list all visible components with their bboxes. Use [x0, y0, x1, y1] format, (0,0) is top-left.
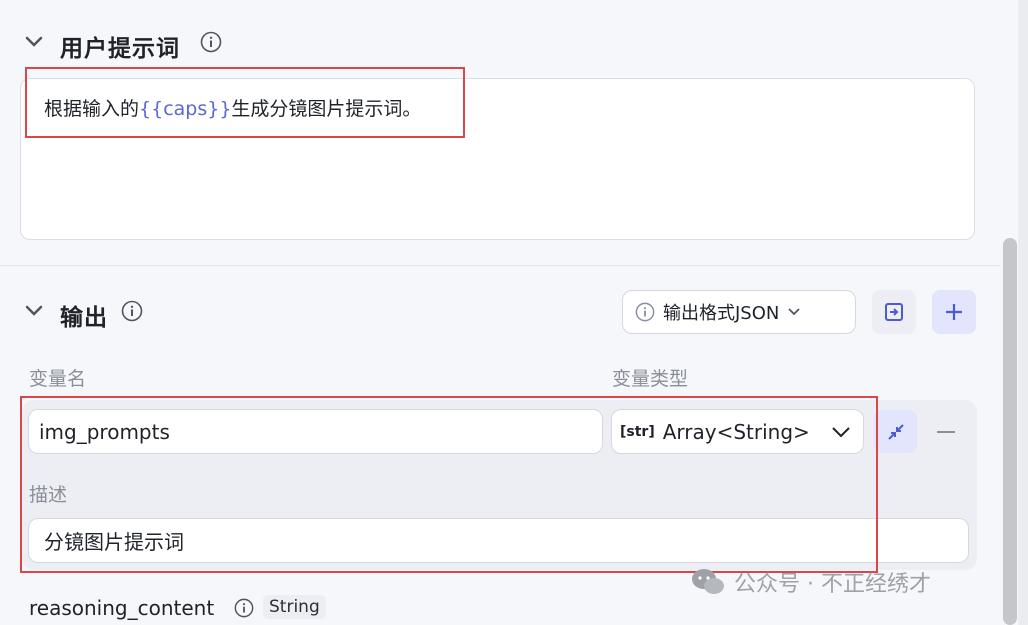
- reasoning-type-tag: String: [263, 595, 326, 619]
- info-icon[interactable]: [200, 31, 222, 57]
- collapse-chevron-output[interactable]: [23, 300, 45, 322]
- section-title-output: 输出: [60, 305, 108, 331]
- section-divider: [0, 265, 1000, 266]
- collapse-chevron-user-prompt[interactable]: [23, 31, 45, 53]
- chevron-down-icon: [25, 36, 43, 47]
- info-icon[interactable]: [121, 300, 143, 326]
- right-edge: [1018, 0, 1028, 625]
- chevron-down-icon: [788, 308, 801, 316]
- import-button[interactable]: [872, 290, 916, 334]
- section-title-user-prompt: 用户提示词: [60, 36, 180, 62]
- remove-row-button[interactable]: [935, 421, 957, 443]
- add-variable-button[interactable]: [932, 290, 976, 334]
- column-label-type: 变量类型: [612, 368, 689, 390]
- highlight-box-variable: [20, 396, 878, 573]
- wechat-icon: [692, 569, 724, 594]
- column-label-name: 变量名: [29, 368, 87, 390]
- info-icon: [635, 302, 655, 322]
- chevron-down-icon: [25, 305, 43, 316]
- output-format-label: 输出格式JSON: [663, 303, 780, 324]
- collapse-icon: [887, 423, 904, 440]
- plus-icon: [946, 304, 962, 320]
- highlight-box-prompt: [25, 67, 465, 138]
- output-format-dropdown[interactable]: 输出格式JSON: [622, 290, 856, 334]
- info-icon[interactable]: [234, 598, 254, 622]
- collapse-row-button[interactable]: [874, 410, 917, 453]
- minus-icon: [937, 431, 955, 433]
- import-icon: [885, 303, 903, 321]
- scrollbar[interactable]: [1003, 238, 1017, 625]
- reasoning-variable-name: reasoning_content: [29, 596, 215, 620]
- watermark-text: 公众号 · 不正经绣才: [734, 572, 931, 597]
- watermark: 公众号 · 不正经绣才: [690, 566, 931, 598]
